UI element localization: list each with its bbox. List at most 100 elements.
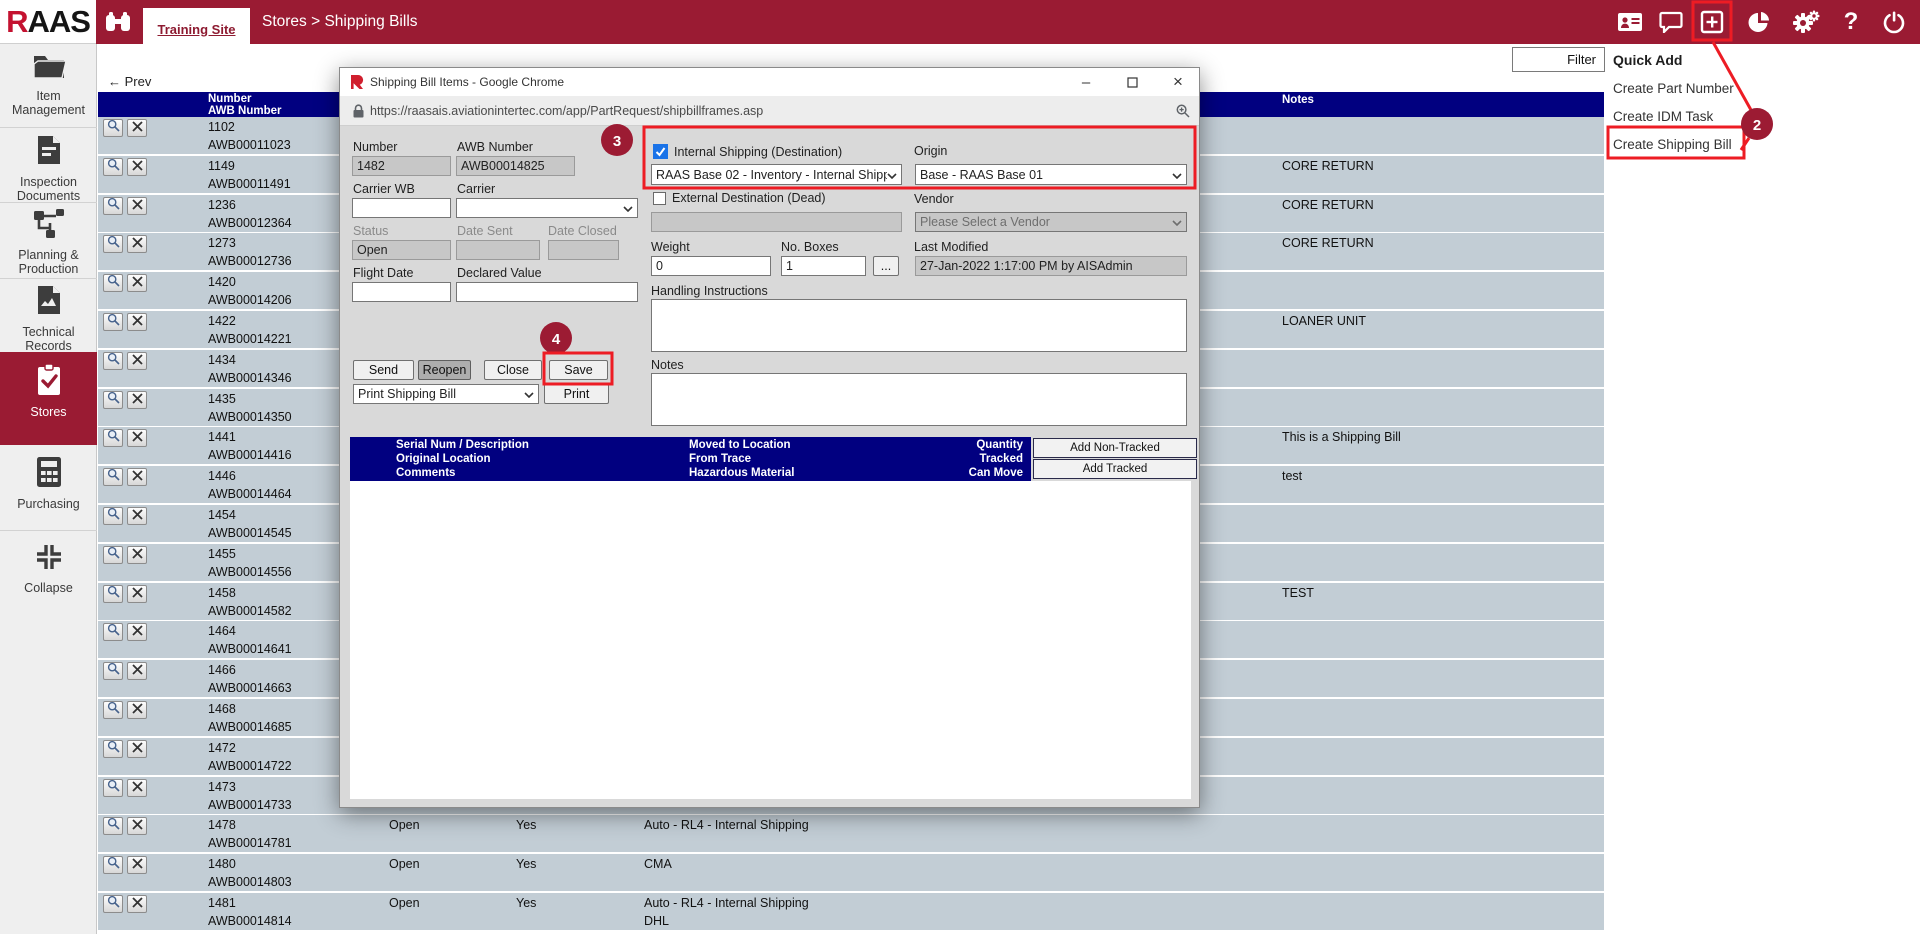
bill-awb-number: AWB00014803 [208, 875, 292, 889]
delete-bill-button[interactable] [127, 740, 147, 758]
view-bill-button[interactable] [103, 585, 123, 603]
delete-bill-button[interactable] [127, 391, 147, 409]
view-bill-button[interactable] [103, 779, 123, 797]
flight-date-input[interactable] [352, 282, 451, 302]
add-non-tracked-button[interactable]: Add Non-Tracked [1033, 438, 1197, 458]
delete-bill-button[interactable] [127, 779, 147, 797]
menu-item-create-shipping-bill[interactable]: Create Shipping Bill [1613, 137, 1732, 152]
view-bill-button[interactable] [103, 313, 123, 331]
quick-add-icon[interactable] [1696, 6, 1728, 38]
external-destination-checkbox[interactable] [653, 192, 666, 205]
sidebar-item-stores[interactable]: Stores [0, 352, 97, 445]
delete-bill-button[interactable] [127, 235, 147, 253]
view-bill-button[interactable] [103, 468, 123, 486]
check-icon [654, 145, 667, 158]
delete-bill-button[interactable] [127, 313, 147, 331]
filter-button[interactable]: Filter [1512, 47, 1605, 72]
vendor-select[interactable]: Please Select a Vendor [915, 212, 1187, 232]
view-bill-button[interactable] [103, 623, 123, 641]
power-icon[interactable] [1878, 6, 1910, 38]
view-bill-button[interactable] [103, 662, 123, 680]
send-button[interactable]: Send [353, 360, 414, 380]
delete-bill-button[interactable] [127, 817, 147, 835]
boxes-more-button[interactable]: ... [873, 256, 899, 276]
view-bill-button[interactable] [103, 546, 123, 564]
view-bill-button[interactable] [103, 352, 123, 370]
view-bill-button[interactable] [103, 817, 123, 835]
view-bill-button[interactable] [103, 701, 123, 719]
no-boxes-input[interactable]: 1 [781, 256, 866, 276]
menu-item-create-idm-task[interactable]: Create IDM Task [1613, 109, 1713, 124]
close-window-button[interactable]: × [1167, 71, 1189, 93]
declared-value-input[interactable] [456, 282, 638, 302]
tab-training-site[interactable]: Training Site [143, 8, 250, 50]
bill-tracked: Yes [516, 857, 536, 871]
binoculars-icon[interactable] [102, 6, 134, 38]
view-bill-button[interactable] [103, 856, 123, 874]
delete-bill-button[interactable] [127, 856, 147, 874]
save-button[interactable]: Save [549, 360, 608, 380]
delete-bill-button[interactable] [127, 662, 147, 680]
delete-bill-button[interactable] [127, 585, 147, 603]
delete-bill-button[interactable] [127, 119, 147, 137]
sidebar-item-planning-production[interactable]: Planning & Production [0, 209, 97, 276]
menu-item-create-part-number[interactable]: Create Part Number [1613, 81, 1734, 96]
view-bill-button[interactable] [103, 740, 123, 758]
notes-textarea[interactable] [651, 373, 1187, 426]
view-bill-button[interactable] [103, 235, 123, 253]
window-title-bar[interactable]: Shipping Bill Items - Google Chrome – × [340, 68, 1199, 96]
bill-number: 1273 [208, 236, 236, 250]
delete-bill-button[interactable] [127, 895, 147, 913]
add-tracked-button[interactable]: Add Tracked [1033, 459, 1197, 479]
sidebar-item-inspection-documents[interactable]: Inspection Documents [0, 134, 97, 203]
shipping-bill-items-window: Shipping Bill Items - Google Chrome – × … [339, 67, 1200, 808]
carrier-select[interactable] [456, 198, 638, 218]
weight-input[interactable]: 0 [651, 256, 771, 276]
close-button[interactable]: Close [484, 360, 542, 380]
view-bill-button[interactable] [103, 274, 123, 292]
delete-bill-button[interactable] [127, 623, 147, 641]
delete-bill-button[interactable] [127, 546, 147, 564]
view-bill-button[interactable] [103, 197, 123, 215]
maximize-button[interactable] [1121, 71, 1143, 93]
view-bill-button[interactable] [103, 391, 123, 409]
bill-awb-number: AWB00014416 [208, 448, 292, 462]
delete-bill-button[interactable] [127, 468, 147, 486]
reopen-button[interactable]: Reopen [418, 360, 471, 380]
sidebar-item-purchasing[interactable]: Purchasing [0, 456, 97, 511]
origin-select[interactable]: Base - RAAS Base 01 [915, 164, 1187, 185]
raas-logo[interactable]: RAAS [0, 0, 96, 44]
x-icon [132, 507, 143, 525]
delete-bill-button[interactable] [127, 197, 147, 215]
view-bill-button[interactable] [103, 119, 123, 137]
delete-bill-button[interactable] [127, 274, 147, 292]
chat-icon[interactable] [1655, 6, 1687, 38]
minimize-button[interactable]: – [1075, 71, 1097, 93]
view-bill-button[interactable] [103, 429, 123, 447]
view-bill-button[interactable] [103, 158, 123, 176]
url-bar[interactable]: https://raasais.aviationintertec.com/app… [340, 96, 1199, 126]
handling-instructions-textarea[interactable] [651, 299, 1187, 352]
delete-bill-button[interactable] [127, 701, 147, 719]
print-type-select[interactable]: Print Shipping Bill [353, 384, 539, 404]
delete-bill-button[interactable] [127, 429, 147, 447]
print-button[interactable]: Print [544, 384, 609, 404]
sidebar-item-technical-records[interactable]: Technical Records [0, 284, 97, 353]
zoom-icon [1176, 104, 1190, 118]
prev-page-link[interactable]: ← Prev [108, 74, 151, 89]
pie-chart-icon[interactable] [1743, 6, 1775, 38]
bill-awb-number: AWB00014556 [208, 565, 292, 579]
sidebar-item-item-management[interactable]: Item Management [0, 52, 97, 117]
internal-destination-select[interactable]: RAAS Base 02 - Inventory - Internal Ship… [651, 164, 902, 185]
id-card-icon[interactable] [1614, 6, 1646, 38]
settings-icon[interactable] [1790, 6, 1822, 38]
delete-bill-button[interactable] [127, 158, 147, 176]
carrier-wb-input[interactable] [352, 198, 451, 218]
help-icon[interactable]: ? [1835, 6, 1867, 38]
delete-bill-button[interactable] [127, 352, 147, 370]
internal-shipping-checkbox[interactable] [653, 144, 668, 159]
delete-bill-button[interactable] [127, 507, 147, 525]
view-bill-button[interactable] [103, 507, 123, 525]
view-bill-button[interactable] [103, 895, 123, 913]
sidebar-collapse-button[interactable]: Collapse [0, 542, 97, 595]
